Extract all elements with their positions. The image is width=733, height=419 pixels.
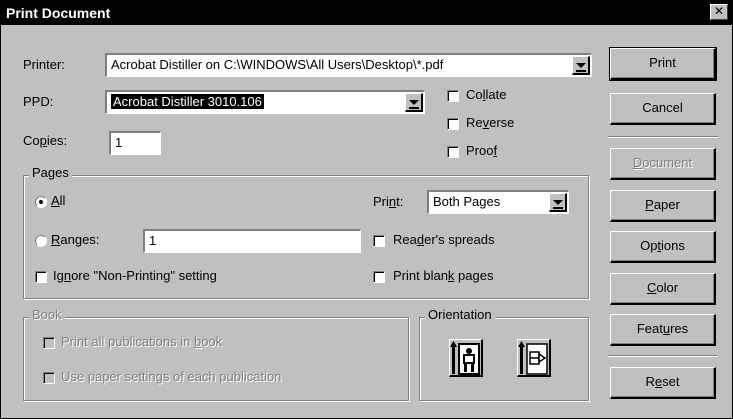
landscape-orientation-icon[interactable] [517,339,551,377]
ppd-label: PPD: [23,94,54,109]
pages-ranges-label: Ranges: [51,232,100,247]
copies-value: 1 [115,135,123,150]
orientation-group-title: Orientation [425,307,495,322]
print-document-dialog: Print Document ✕ Printer: Acrobat Distil… [0,0,733,419]
print-blank-label: Print blank pages [393,268,494,283]
book-group [23,317,409,401]
ppd-select[interactable]: Acrobat Distiller 3010.106 [105,90,425,114]
use-paper-settings-checkbox[interactable] [43,372,55,384]
document-button[interactable]: Document [610,148,716,180]
print-pages-select[interactable]: Both Pages [427,190,569,214]
ignore-nonprinting-label: Ignore "Non-Printing" setting [53,268,217,283]
print-all-publications-label: Print all publications in book [61,334,223,349]
proof-checkbox[interactable] [447,146,459,158]
print-button[interactable]: Print [609,47,717,81]
ppd-value: Acrobat Distiller 3010.106 [111,94,264,109]
chevron-down-icon[interactable] [549,193,567,212]
print-pages-value: Both Pages [433,194,501,209]
title-bar: Print Document ✕ [1,1,732,25]
reverse-label: Reverse [466,115,515,130]
portrait-orientation-icon[interactable] [449,339,483,377]
cancel-button[interactable]: Cancel [610,93,716,125]
copies-label: Copies: [23,133,68,148]
paper-button[interactable]: Paper [610,190,716,222]
orientation-group [419,317,589,401]
options-button[interactable]: Options [610,231,716,263]
printer-label: Printer: [23,57,65,72]
reverse-checkbox[interactable] [447,118,459,130]
pages-group-title: Pages [29,165,72,180]
chevron-down-icon[interactable] [572,56,590,75]
print-pages-label: Print: [373,194,404,209]
print-blank-checkbox[interactable] [373,271,385,283]
pages-all-label: All [51,193,66,208]
ignore-nonprinting-checkbox[interactable] [35,271,47,283]
proof-label: Proof [466,143,498,158]
print-all-publications-checkbox[interactable] [43,337,55,349]
window-title: Print Document [6,5,111,21]
color-button[interactable]: Color [610,273,716,305]
separator [608,355,718,357]
reset-button[interactable]: Reset [610,367,716,399]
readers-spreads-checkbox[interactable] [373,235,385,247]
printer-value: Acrobat Distiller on C:\WINDOWS\All User… [111,57,444,72]
book-group-title: Book [29,307,65,322]
pages-ranges-radio[interactable] [35,235,47,247]
ranges-value: 1 [149,233,157,248]
printer-select[interactable]: Acrobat Distiller on C:\WINDOWS\All User… [105,53,592,77]
chevron-down-icon[interactable] [405,93,423,112]
ranges-input[interactable]: 1 [143,229,361,253]
collate-label: Collate [466,87,507,102]
use-paper-settings-label: Use paper settings of each publication [61,369,282,384]
copies-input[interactable]: 1 [109,131,161,155]
features-button[interactable]: Features [610,314,716,346]
close-icon[interactable]: ✕ [710,4,728,20]
readers-spreads-label: Reader's spreads [393,232,495,247]
collate-checkbox[interactable] [447,90,459,102]
separator [608,136,718,138]
pages-all-radio[interactable] [35,196,47,208]
